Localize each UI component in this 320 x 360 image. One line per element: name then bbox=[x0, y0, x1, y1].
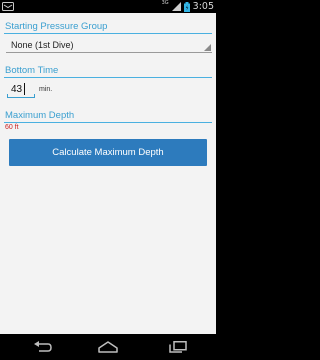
text-cursor bbox=[24, 83, 25, 95]
max-depth-divider bbox=[4, 122, 212, 123]
app-notification-icon bbox=[2, 2, 14, 11]
back-button[interactable] bbox=[28, 337, 58, 357]
status-bar: 3G 3:05 bbox=[0, 0, 216, 13]
input-edge-right bbox=[34, 94, 35, 97]
network-type-label: 3G bbox=[161, 0, 169, 6]
recent-apps-button[interactable] bbox=[163, 337, 193, 357]
pressure-group-divider bbox=[4, 33, 212, 34]
navigation-bar bbox=[0, 334, 216, 360]
battery-icon bbox=[183, 1, 190, 12]
calculate-max-depth-button[interactable]: Calculate Maximum Depth bbox=[9, 139, 207, 166]
pressure-group-value: None (1st Dive) bbox=[11, 40, 74, 50]
bottom-time-divider bbox=[4, 77, 212, 78]
bottom-time-label: Bottom Time bbox=[5, 65, 59, 76]
bottom-time-unit: min. bbox=[39, 86, 53, 93]
max-depth-label: Maximum Depth bbox=[5, 110, 75, 121]
status-icons: 3G 3:05 bbox=[162, 0, 214, 13]
bottom-time-value: 43 bbox=[11, 84, 23, 95]
pressure-group-spinner[interactable]: None (1st Dive) bbox=[6, 37, 212, 53]
home-icon bbox=[98, 341, 118, 353]
max-depth-result: 60 ft bbox=[5, 124, 19, 131]
bottom-time-input[interactable]: 43 bbox=[7, 82, 35, 98]
status-clock: 3:05 bbox=[192, 1, 214, 12]
app-content: Starting Pressure Group None (1st Dive) … bbox=[0, 13, 216, 334]
signal-icon bbox=[171, 2, 181, 11]
recent-apps-icon bbox=[169, 341, 187, 353]
input-edge-left bbox=[7, 94, 8, 97]
spinner-caret-icon bbox=[204, 44, 211, 51]
pressure-group-label: Starting Pressure Group bbox=[5, 21, 108, 32]
home-button[interactable] bbox=[93, 337, 123, 357]
back-icon bbox=[34, 341, 52, 352]
